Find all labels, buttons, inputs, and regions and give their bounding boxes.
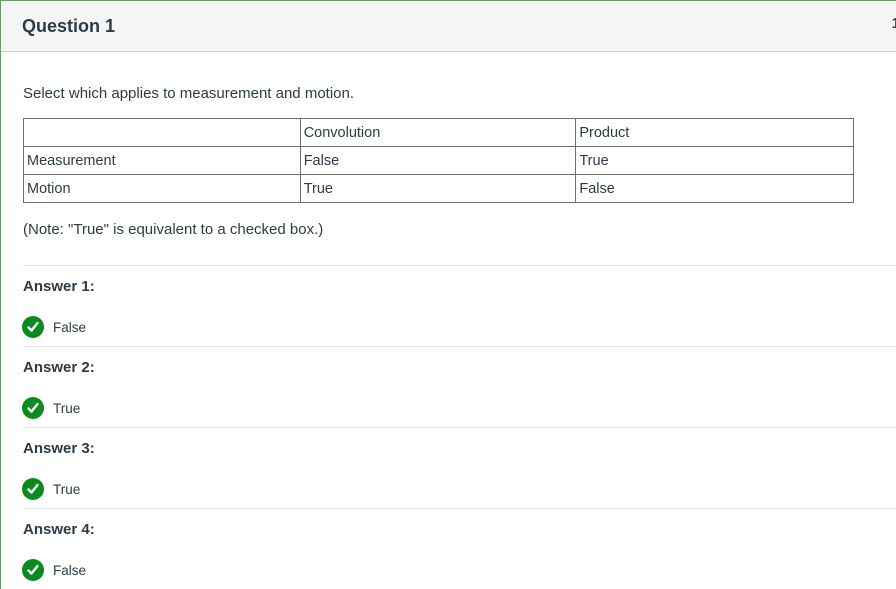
table-cell: False — [575, 174, 854, 203]
check-circle-icon — [22, 397, 44, 419]
table-row: Measurement False True — [23, 146, 854, 175]
table-row-label: Measurement — [23, 146, 301, 175]
answer-value-1: False — [53, 319, 87, 335]
table-cell: True — [575, 146, 854, 175]
question-text: Select which applies to measurement and … — [23, 85, 355, 102]
answer-value-2: True — [53, 400, 81, 416]
divider — [23, 265, 896, 266]
table-cell: False — [299, 146, 577, 175]
answer-row-1: False — [22, 316, 86, 338]
divider — [23, 346, 896, 347]
answer-row-2: True — [22, 397, 80, 419]
answer-row-3: True — [22, 478, 80, 500]
table-cell: True — [299, 174, 577, 203]
check-circle-icon — [22, 478, 44, 500]
answer-label-2: Answer 2: — [23, 359, 95, 376]
divider — [23, 427, 896, 428]
answer-label-3: Answer 3: — [23, 440, 95, 457]
table-header-cell: Convolution — [299, 118, 577, 147]
check-circle-icon — [22, 559, 44, 581]
answer-label-4: Answer 4: — [23, 521, 95, 538]
answer-value-4: False — [53, 562, 87, 578]
table-header-row: Convolution Product — [23, 118, 854, 147]
table-row-label: Motion — [23, 174, 301, 203]
divider — [23, 508, 896, 509]
question-title: Question 1 — [22, 16, 116, 36]
table-row: Motion True False — [23, 174, 854, 203]
answer-label-1: Answer 1: — [23, 278, 95, 295]
answer-row-4: False — [22, 559, 86, 581]
question-note: (Note: "True" is equivalent to a checked… — [23, 221, 324, 238]
check-circle-icon — [22, 316, 44, 338]
question-header: Question 1 1 — [1, 1, 896, 52]
table-header-cell: Product — [575, 118, 854, 147]
question-points: 1 — [892, 15, 896, 32]
matrix-table: Convolution Product Measurement False Tr… — [23, 118, 854, 203]
table-header-cell — [23, 118, 301, 147]
answer-value-3: True — [53, 481, 81, 497]
question-card: Question 1 1 Select which applies to mea… — [0, 0, 896, 589]
